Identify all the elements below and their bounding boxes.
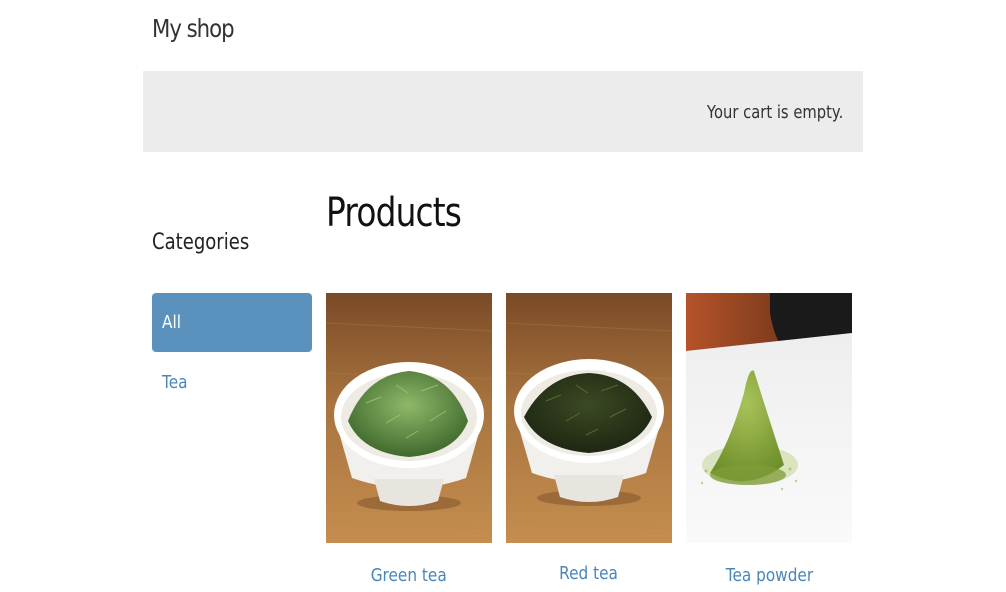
green-tea-image[interactable] <box>326 293 492 543</box>
product-name-link[interactable]: Red tea <box>506 563 672 584</box>
cart-bar: Your cart is empty. <box>143 71 863 152</box>
red-tea-image[interactable] <box>506 293 672 543</box>
categories-heading: Categories <box>152 230 250 255</box>
product-card-tea-powder[interactable]: Tea powder <box>686 293 852 586</box>
category-list: All Tea <box>152 293 312 412</box>
category-item-label: Tea <box>162 371 188 393</box>
product-name-link[interactable]: Tea powder <box>686 565 852 586</box>
products-heading: Products <box>326 190 462 236</box>
category-item-tea[interactable]: Tea <box>152 352 312 412</box>
product-card-green-tea[interactable]: Green tea <box>326 293 492 586</box>
site-title[interactable]: My shop <box>152 14 235 43</box>
tea-powder-image[interactable] <box>686 293 852 543</box>
category-item-label: All <box>162 312 181 333</box>
product-card-red-tea[interactable]: Red tea <box>506 293 672 584</box>
cart-status-text: Your cart is empty. <box>706 102 843 123</box>
product-name-link[interactable]: Green tea <box>326 565 492 586</box>
category-item-all[interactable]: All <box>152 293 312 352</box>
